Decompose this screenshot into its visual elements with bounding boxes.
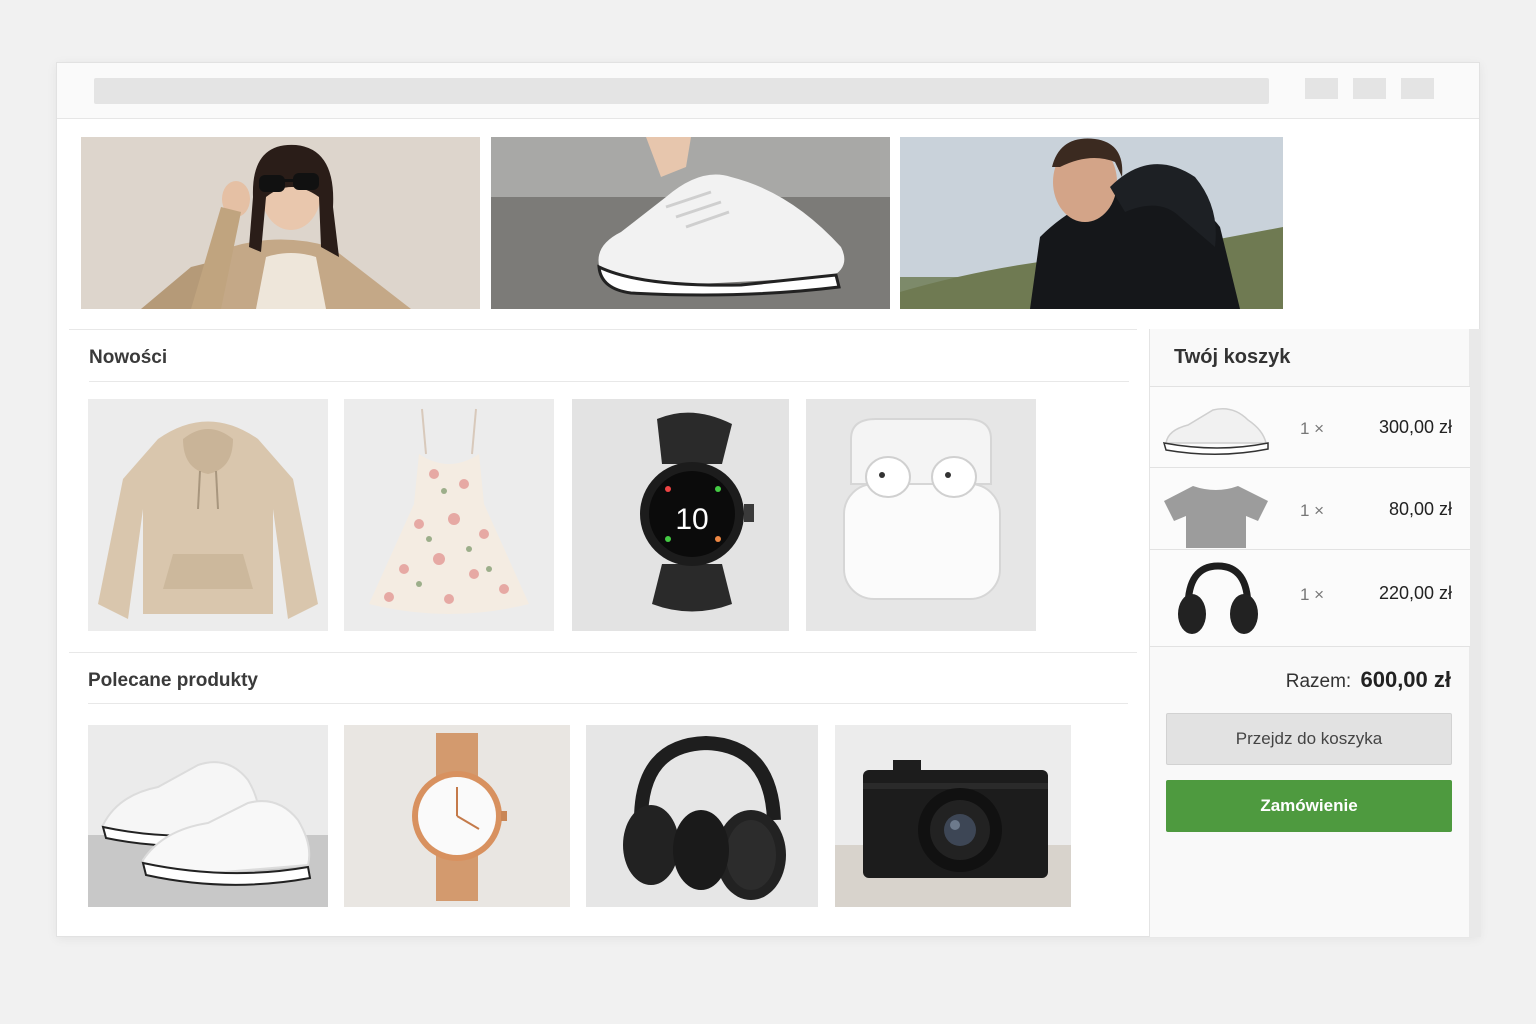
go-to-cart-button[interactable]: Przejdz do koszyka — [1166, 713, 1452, 765]
maximize-button[interactable] — [1353, 78, 1386, 99]
cart-item-price: 80,00 zł — [1388, 499, 1452, 519]
product-tile-smartwatch[interactable]: 10 — [572, 399, 789, 631]
cart-total-value: 600,00 zł — [1360, 667, 1451, 692]
hoodie-image — [88, 399, 328, 631]
cart-item-qty: 1 × — [1300, 585, 1325, 604]
product-tile-hoodie[interactable] — [88, 399, 328, 631]
main-content: Nowości 10 Polecane produkty — [69, 329, 1149, 937]
cart-total-divider — [1150, 646, 1470, 647]
camera-image — [835, 725, 1071, 907]
section-divider-recommended — [88, 703, 1128, 704]
watch-screen-time: 10 — [675, 503, 708, 536]
browser-toolbar — [57, 63, 1479, 119]
hero-woman-sunglasses[interactable] — [81, 137, 480, 309]
section-divider-middle — [69, 652, 1137, 653]
sneakers-image — [88, 725, 328, 907]
cart-item-qty: 1 × — [1300, 419, 1325, 438]
cart-panel: Twój koszyk 1 × 300,00 zł 1 × 80,00 zł 1… — [1149, 329, 1481, 937]
cart-total-label: Razem: — [1285, 671, 1352, 692]
cart-item-qty: 1 × — [1300, 501, 1325, 520]
man-jacket-image — [900, 137, 1283, 309]
address-bar[interactable] — [94, 78, 1269, 104]
section-title-recommended: Polecane produkty — [88, 670, 258, 691]
cart-item-price: 220,00 zł — [1378, 583, 1452, 603]
earbuds-image — [806, 399, 1036, 631]
close-button[interactable] — [1401, 78, 1434, 99]
cart-item[interactable]: 1 × 300,00 zł — [1150, 386, 1470, 467]
hero-sneaker[interactable] — [491, 137, 890, 309]
cart-total: Razem: 600,00 zł — [1286, 667, 1451, 693]
section-divider-new — [89, 381, 1129, 382]
cart-item[interactable]: 1 × 220,00 zł — [1150, 549, 1470, 646]
product-tile-camera[interactable] — [835, 725, 1071, 907]
woman-sunglasses-image — [81, 137, 480, 309]
dress-image — [344, 399, 554, 631]
product-tile-sneakers[interactable] — [88, 725, 328, 907]
sneaker-image — [491, 137, 890, 309]
tshirt-thumb — [1158, 476, 1274, 548]
product-tile-wristwatch[interactable] — [344, 725, 570, 907]
product-tile-dress[interactable] — [344, 399, 554, 631]
headphones-thumb — [1158, 558, 1274, 640]
minimize-button[interactable] — [1305, 78, 1338, 99]
wristwatch-image — [344, 725, 570, 907]
section-title-new: Nowości — [89, 347, 168, 368]
main-divider-top — [69, 329, 1137, 330]
cart-item-price: 300,00 zł — [1378, 417, 1452, 437]
cart-title: Twój koszyk — [1174, 346, 1291, 368]
hero-man-jacket[interactable] — [900, 137, 1283, 309]
sneaker-thumb — [1158, 395, 1274, 460]
headphones-image — [586, 725, 818, 907]
browser-window: Nowości 10 Polecane produkty Twój koszyk… — [56, 62, 1481, 937]
cart-scrollbar[interactable] — [1469, 329, 1481, 937]
cart-item[interactable]: 1 × 80,00 zł — [1150, 467, 1470, 549]
smartwatch-image: 10 — [572, 399, 789, 631]
order-button[interactable]: Zamówienie — [1166, 780, 1452, 832]
product-tile-headphones[interactable] — [586, 725, 818, 907]
product-tile-earbuds[interactable] — [806, 399, 1036, 631]
